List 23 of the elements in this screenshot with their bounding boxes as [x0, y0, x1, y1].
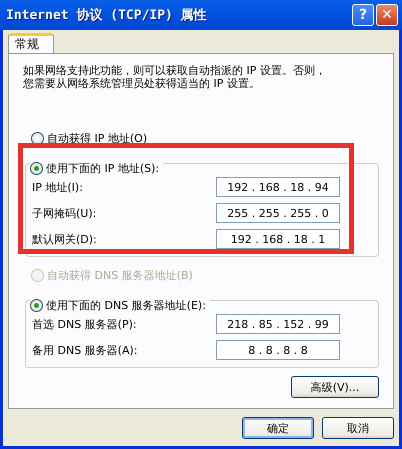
advanced-button[interactable]: 高级(V)...	[291, 376, 379, 398]
dialog-button[interactable]: 确定	[242, 417, 314, 439]
input-field[interactable]: 192 . 168 . 18 . 1	[216, 229, 340, 249]
tab[interactable]: 常规	[8, 33, 54, 53]
radio-button[interactable]	[30, 299, 43, 312]
field-label: 子网掩码(U):	[32, 206, 96, 220]
dialog-button[interactable]: 取消	[322, 417, 394, 439]
close-button[interactable]: ✕	[376, 4, 398, 26]
field-label: 首选 DNS 服务器(P):	[32, 316, 137, 332]
description-text: 您需要从网络系统管理员处获得适当的 IP 设置。	[23, 77, 260, 90]
radio-button[interactable]	[30, 162, 43, 175]
input-field[interactable]: 218 . 85 . 152 . 99	[216, 314, 340, 334]
radio-option[interactable]: 使用下面的 IP 地址(S):	[30, 161, 164, 176]
input-field[interactable]: 192 . 168 . 18 . 94	[216, 177, 340, 197]
field-label: 备用 DNS 服务器(A):	[32, 342, 138, 358]
input-field[interactable]: 255 . 255 . 255 . 0	[216, 203, 340, 223]
field-label: 默认网关(D):	[32, 232, 97, 246]
help-button[interactable]: ?	[352, 4, 374, 26]
input-field[interactable]: 8 . 8 . 8 . 8	[216, 340, 340, 360]
description-text: 如果网络支持此功能，则可以获取自动指派的 IP 设置。否则，	[23, 64, 326, 77]
field-label: IP 地址(I):	[32, 180, 83, 194]
window-title: Internet 协议 (TCP/IP) 属性	[6, 6, 207, 24]
radio-option[interactable]: 使用下面的 DNS 服务器地址(E):	[30, 298, 210, 313]
